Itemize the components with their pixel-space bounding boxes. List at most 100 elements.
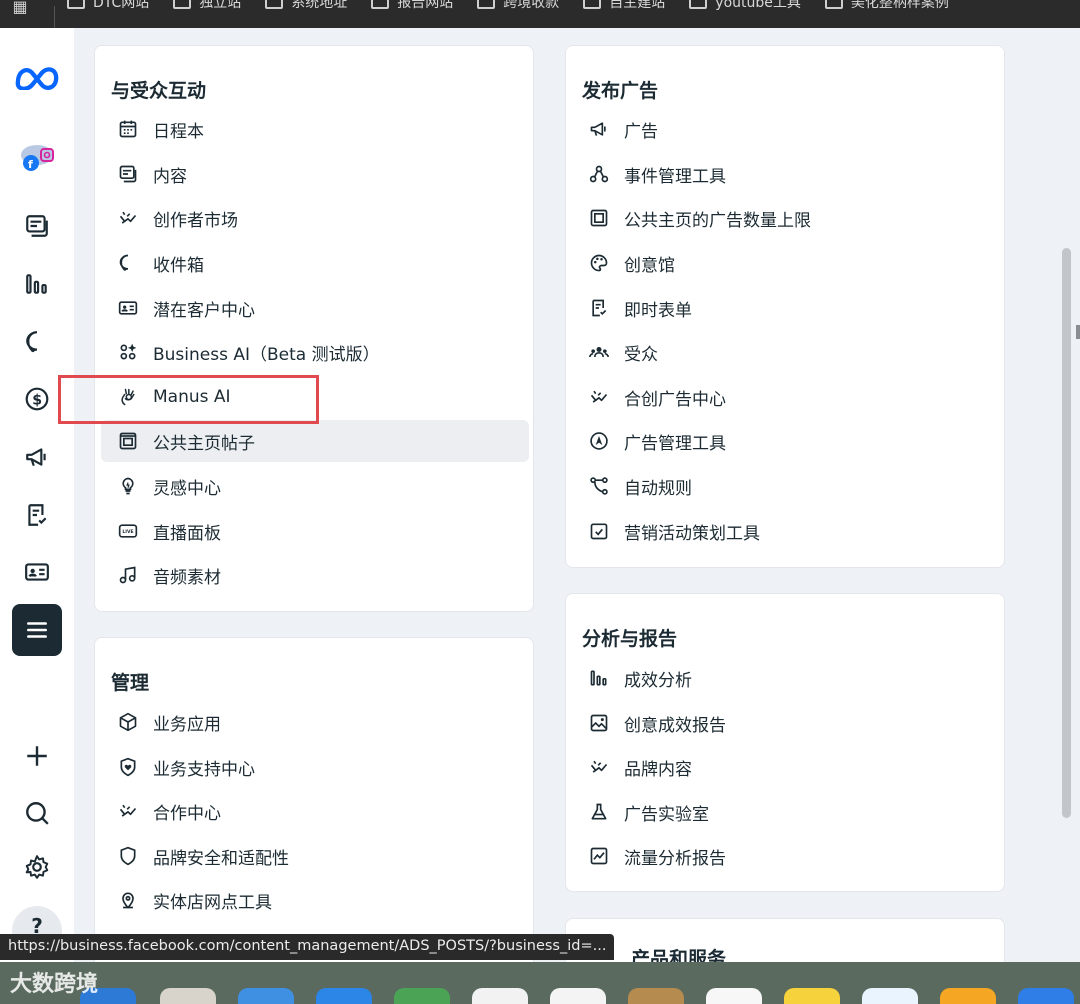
bookmark-folder[interactable]: DTC网站 bbox=[67, 0, 149, 16]
menu-item-label: 内容 bbox=[153, 166, 187, 187]
forms-icon[interactable] bbox=[12, 494, 62, 536]
folder-icon bbox=[265, 0, 284, 9]
launchpad-icon[interactable] bbox=[160, 988, 216, 1004]
menu-item-business-apps[interactable]: 业务应用 bbox=[101, 701, 529, 743]
mail-icon[interactable] bbox=[316, 988, 372, 1004]
bookmarks-divider bbox=[54, 6, 55, 28]
notes-icon[interactable] bbox=[784, 988, 840, 1004]
bookmark-folder[interactable]: youtube工具 bbox=[689, 0, 801, 16]
svg-text:LIVE: LIVE bbox=[122, 529, 133, 535]
menu-item-label: 流量分析报告 bbox=[624, 848, 726, 869]
card-title: 分析与报告 bbox=[582, 628, 678, 650]
card-title: 管理 bbox=[111, 672, 150, 694]
insights-icon[interactable] bbox=[12, 263, 62, 305]
menu-item-experiments[interactable]: 广告实验室 bbox=[572, 791, 1000, 833]
content-icon[interactable] bbox=[12, 205, 62, 247]
contacts-icon[interactable] bbox=[628, 988, 684, 1004]
folder-icon bbox=[583, 0, 602, 9]
bookmark-folder[interactable]: 系统地址 bbox=[265, 0, 347, 16]
bookmark-label: 跨境收款 bbox=[503, 0, 560, 11]
bookmark-folder[interactable]: 自主建站 bbox=[583, 0, 665, 16]
reminders-icon[interactable] bbox=[706, 988, 762, 1004]
inbox-icon[interactable] bbox=[12, 321, 62, 363]
manus-hand-icon bbox=[117, 386, 139, 408]
menu-item-insights[interactable]: 成效分析 bbox=[572, 657, 1000, 699]
folder-icon bbox=[371, 0, 390, 9]
settings-icon[interactable] bbox=[12, 846, 62, 888]
menu-item-label: 品牌安全和适配性 bbox=[153, 848, 289, 869]
menu-item-events-manager[interactable]: 事件管理工具 bbox=[572, 153, 1000, 195]
line-chart-icon bbox=[588, 845, 610, 867]
menu-item-manus-ai[interactable]: Manus AI bbox=[101, 376, 529, 418]
location-pin-icon bbox=[117, 889, 139, 911]
menu-item-traffic-report[interactable]: 流量分析报告 bbox=[572, 835, 1000, 877]
menu-item-ads-manager[interactable]: 广告管理工具 bbox=[572, 420, 1000, 462]
lightbulb-icon bbox=[117, 475, 139, 497]
menu-item-calendar[interactable]: 日程本 bbox=[101, 108, 529, 150]
menu-item-support-center[interactable]: 业务支持中心 bbox=[101, 746, 529, 788]
menu-item-store-locations[interactable]: 实体店网点工具 bbox=[101, 879, 529, 921]
menu-item-leads-center[interactable]: 潜在客户中心 bbox=[101, 287, 529, 329]
ads-icon[interactable] bbox=[12, 436, 62, 478]
add-icon[interactable] bbox=[12, 735, 62, 777]
handshake-icon bbox=[588, 756, 610, 778]
menu-item-label: 公共主页的广告数量上限 bbox=[624, 210, 811, 231]
live-icon: LIVE bbox=[117, 520, 139, 542]
all-tools-icon[interactable] bbox=[12, 604, 62, 656]
menu-item-branded-content[interactable]: 品牌内容 bbox=[572, 746, 1000, 788]
menu-item-instant-forms[interactable]: 即时表单 bbox=[572, 287, 1000, 329]
menu-item-label: 成效分析 bbox=[624, 670, 692, 691]
menu-item-page-ad-limit[interactable]: 公共主页的广告数量上限 bbox=[572, 197, 1000, 239]
menu-item-business-ai[interactable]: Business AI（Beta 测试版） bbox=[101, 331, 529, 373]
menu-item-inbox[interactable]: 收件箱 bbox=[101, 242, 529, 284]
menu-item-ads[interactable]: 广告 bbox=[572, 108, 1000, 150]
menu-item-inspiration-hub[interactable]: 灵感中心 bbox=[101, 465, 529, 507]
billing-icon[interactable]: $ bbox=[12, 378, 62, 420]
maps-icon[interactable] bbox=[394, 988, 450, 1004]
menu-item-content[interactable]: 内容 bbox=[101, 153, 529, 195]
audience-icon bbox=[588, 341, 610, 363]
safari-icon[interactable] bbox=[238, 988, 294, 1004]
pages-icon[interactable] bbox=[940, 988, 996, 1004]
meta-logo-icon[interactable] bbox=[12, 56, 62, 98]
menu-item-live-dashboard[interactable]: LIVE 直播面板 bbox=[101, 510, 529, 552]
photos-icon[interactable] bbox=[472, 988, 528, 1004]
cube-icon bbox=[117, 711, 139, 733]
calendar-icon[interactable] bbox=[550, 988, 606, 1004]
bookmark-label: youtube工具 bbox=[715, 0, 801, 11]
menu-item-partnership-ads[interactable]: 合创广告中心 bbox=[572, 376, 1000, 418]
music-note-icon bbox=[117, 564, 139, 586]
accounts-icon[interactable]: f bbox=[12, 136, 62, 178]
menu-item-creator-marketplace[interactable]: 创作者市场 bbox=[101, 197, 529, 239]
analyze-card: 分析与报告 成效分析 创意成效报告 品牌内容 广告实验室 流量分析报告 bbox=[565, 593, 1005, 892]
macos-dock bbox=[0, 962, 1080, 1004]
menu-item-partnership-center[interactable]: 合作中心 bbox=[101, 790, 529, 832]
bookmark-folder[interactable]: 独立站 bbox=[173, 0, 241, 16]
id-card-icon bbox=[117, 297, 139, 319]
scrollbar-thumb[interactable] bbox=[1062, 248, 1071, 818]
xcode-icon[interactable] bbox=[1018, 988, 1074, 1004]
menu-item-label: 合作中心 bbox=[153, 803, 221, 824]
menu-item-creative-hub[interactable]: 创意馆 bbox=[572, 242, 1000, 284]
menu-item-brand-safety[interactable]: 品牌安全和适配性 bbox=[101, 835, 529, 877]
menu-item-automated-rules[interactable]: 自动规则 bbox=[572, 465, 1000, 507]
menu-item-creative-reporting[interactable]: 创意成效报告 bbox=[572, 702, 1000, 744]
menu-item-label: 实体店网点工具 bbox=[153, 892, 272, 913]
bookmark-folder[interactable]: 报告网站 bbox=[371, 0, 453, 16]
menu-item-label: Manus AI bbox=[153, 387, 231, 407]
menu-item-sound-collection[interactable]: 音频素材 bbox=[101, 554, 529, 596]
freeform-icon[interactable] bbox=[862, 988, 918, 1004]
menu-item-label: 业务应用 bbox=[153, 714, 221, 735]
menu-item-label: 广告实验室 bbox=[624, 804, 709, 825]
menu-item-audiences[interactable]: 受众 bbox=[572, 331, 1000, 373]
menu-item-campaign-planner[interactable]: 营销活动策划工具 bbox=[572, 510, 1000, 552]
apps-grid-icon[interactable]: ▦ bbox=[0, 0, 40, 28]
menu-item-page-posts[interactable]: 公共主页帖子 bbox=[101, 420, 529, 462]
page-posts-icon bbox=[117, 430, 139, 452]
search-icon[interactable] bbox=[12, 792, 62, 834]
shield-icon bbox=[117, 845, 139, 867]
menu-item-label: 潜在客户中心 bbox=[153, 300, 255, 321]
id-card-icon[interactable] bbox=[12, 551, 62, 593]
bookmark-folder[interactable]: 跨境收款 bbox=[477, 0, 559, 16]
bookmark-folder[interactable]: 美化整柄样案例 bbox=[824, 0, 949, 16]
